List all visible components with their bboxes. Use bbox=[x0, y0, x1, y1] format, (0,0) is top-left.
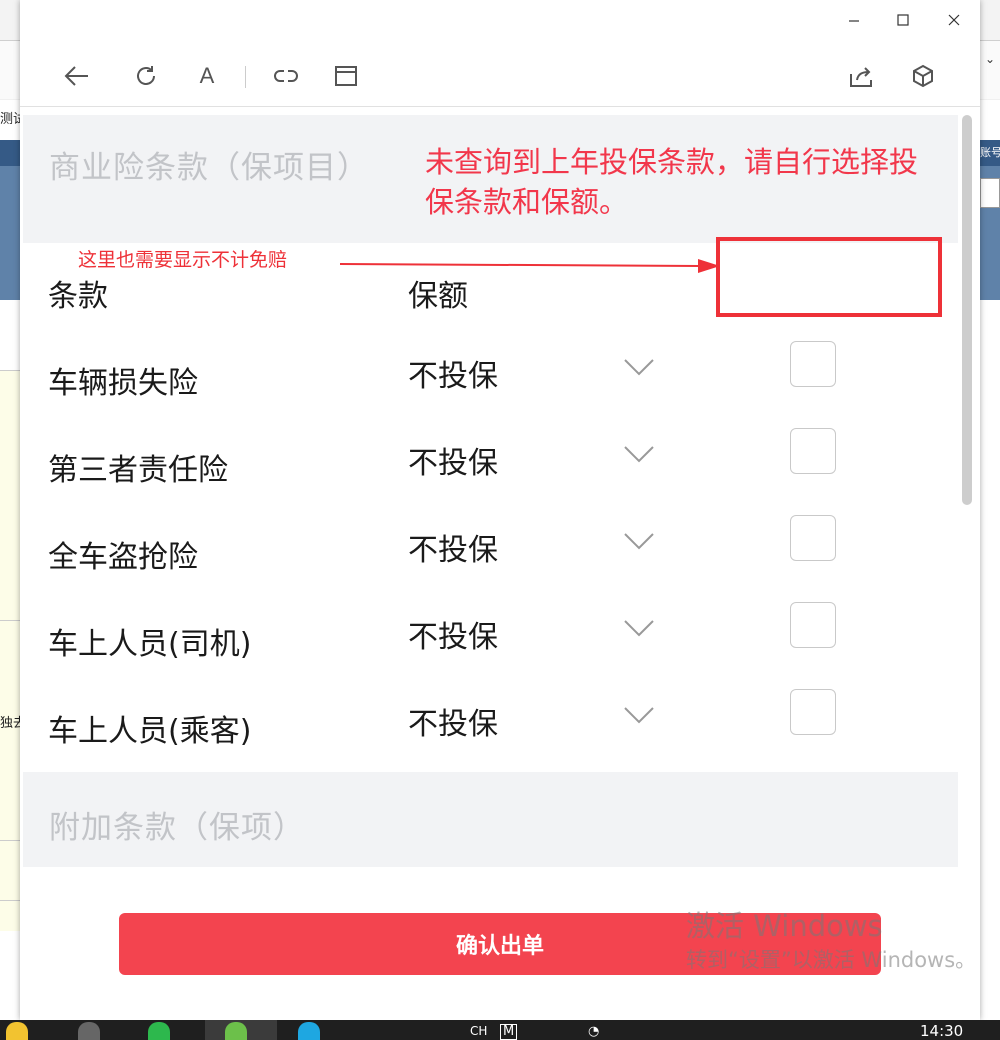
activation-watermark-title: 激活 Windows bbox=[686, 909, 883, 943]
back-arrow-icon bbox=[64, 66, 88, 86]
activation-watermark-subtitle: 转到“设置”以激活 Windows。 bbox=[686, 948, 977, 972]
input-language[interactable]: CH bbox=[470, 1024, 487, 1038]
wechat-icon[interactable] bbox=[148, 1022, 170, 1040]
amount-select-value[interactable]: 不投保 bbox=[408, 612, 498, 656]
popup-window: A 商业险条款（保项目） 未查询到上年投保条款，请自行选择投保条款和保额。 条款… bbox=[20, 0, 980, 1020]
network-icon[interactable]: ◔ bbox=[588, 1024, 599, 1039]
refresh-icon bbox=[137, 66, 155, 85]
refresh-button[interactable] bbox=[132, 62, 160, 90]
minimize-icon bbox=[849, 20, 859, 22]
deductible-checkbox[interactable] bbox=[790, 602, 836, 648]
minimize-button[interactable] bbox=[842, 8, 866, 32]
background-left-text: 测试 bbox=[0, 112, 22, 127]
close-button[interactable] bbox=[942, 8, 966, 32]
chevron-down-icon[interactable] bbox=[622, 356, 656, 378]
chevron-down-icon[interactable] bbox=[622, 443, 656, 465]
app-icon[interactable] bbox=[78, 1022, 100, 1040]
amount-select-value[interactable]: 不投保 bbox=[408, 525, 498, 569]
cube-button[interactable] bbox=[909, 62, 937, 90]
maximize-button[interactable] bbox=[891, 8, 915, 32]
window-titlebar bbox=[20, 0, 980, 40]
deductible-checkbox[interactable] bbox=[790, 689, 836, 735]
annotation-text: 这里也需要显示不计免赔 bbox=[78, 249, 288, 271]
explorer-icon[interactable] bbox=[6, 1022, 28, 1040]
cube-icon bbox=[913, 64, 933, 88]
link-button[interactable] bbox=[272, 62, 300, 90]
background-left-blue-header bbox=[0, 140, 22, 166]
link-icon bbox=[274, 70, 298, 82]
column-header-clause: 条款 bbox=[48, 279, 108, 314]
background-right-header: 账号 bbox=[980, 140, 1000, 166]
deductible-checkbox[interactable] bbox=[790, 428, 836, 474]
background-left-text: 独去 bbox=[0, 716, 22, 731]
background-caret-icon: ⌄ bbox=[985, 52, 996, 66]
amount-select-value[interactable]: 不投保 bbox=[408, 351, 498, 395]
commercial-section-header: 商业险条款（保项目） 未查询到上年投保条款，请自行选择投保条款和保额。 bbox=[23, 115, 958, 243]
browser-toolbar: A bbox=[20, 40, 980, 107]
commercial-section-title: 商业险条款（保项目） bbox=[49, 150, 369, 186]
close-icon bbox=[948, 14, 960, 26]
background-divider bbox=[0, 620, 22, 621]
ime-mode[interactable]: M bbox=[500, 1024, 518, 1040]
share-icon bbox=[850, 67, 872, 87]
background-divider bbox=[0, 900, 22, 901]
chevron-down-icon[interactable] bbox=[622, 530, 656, 552]
deductible-checkbox[interactable] bbox=[790, 515, 836, 561]
clause-name: 车上人员(乘客) bbox=[48, 714, 252, 749]
deductible-checkbox[interactable] bbox=[790, 341, 836, 387]
chevron-down-icon[interactable] bbox=[622, 704, 656, 726]
scrollbar-thumb[interactable] bbox=[962, 115, 972, 505]
annotation-arrow-icon bbox=[339, 259, 720, 273]
background-left-yellow-panel bbox=[0, 370, 22, 931]
clause-name: 第三者责任险 bbox=[48, 453, 228, 488]
window-icon bbox=[335, 66, 357, 86]
toolbar-divider bbox=[245, 66, 246, 88]
notice-message: 未查询到上年投保条款，请自行选择投保条款和保额。 bbox=[425, 145, 919, 219]
back-button[interactable] bbox=[63, 62, 91, 90]
clause-name: 全车盗抢险 bbox=[48, 540, 198, 575]
annotation-highlight-box bbox=[716, 237, 942, 317]
chevron-down-icon[interactable] bbox=[622, 617, 656, 639]
amount-select-value[interactable]: 不投保 bbox=[408, 699, 498, 743]
background-right-input bbox=[980, 178, 1000, 208]
browser-icon[interactable] bbox=[298, 1022, 320, 1040]
chat-app-icon[interactable] bbox=[225, 1022, 247, 1040]
addon-section-title: 附加条款（保项） bbox=[49, 810, 305, 846]
addon-section-header: 附加条款（保项） bbox=[23, 772, 958, 867]
clause-name: 车上人员(司机) bbox=[48, 627, 252, 662]
share-button[interactable] bbox=[848, 62, 876, 90]
clause-name: 车辆损失险 bbox=[48, 366, 198, 401]
amount-select-value[interactable]: 不投保 bbox=[408, 438, 498, 482]
window-button[interactable] bbox=[332, 62, 360, 90]
maximize-icon bbox=[897, 14, 909, 26]
background-divider bbox=[0, 840, 22, 841]
font-button[interactable]: A bbox=[193, 62, 221, 90]
clock[interactable]: 14:30 bbox=[920, 1022, 963, 1040]
